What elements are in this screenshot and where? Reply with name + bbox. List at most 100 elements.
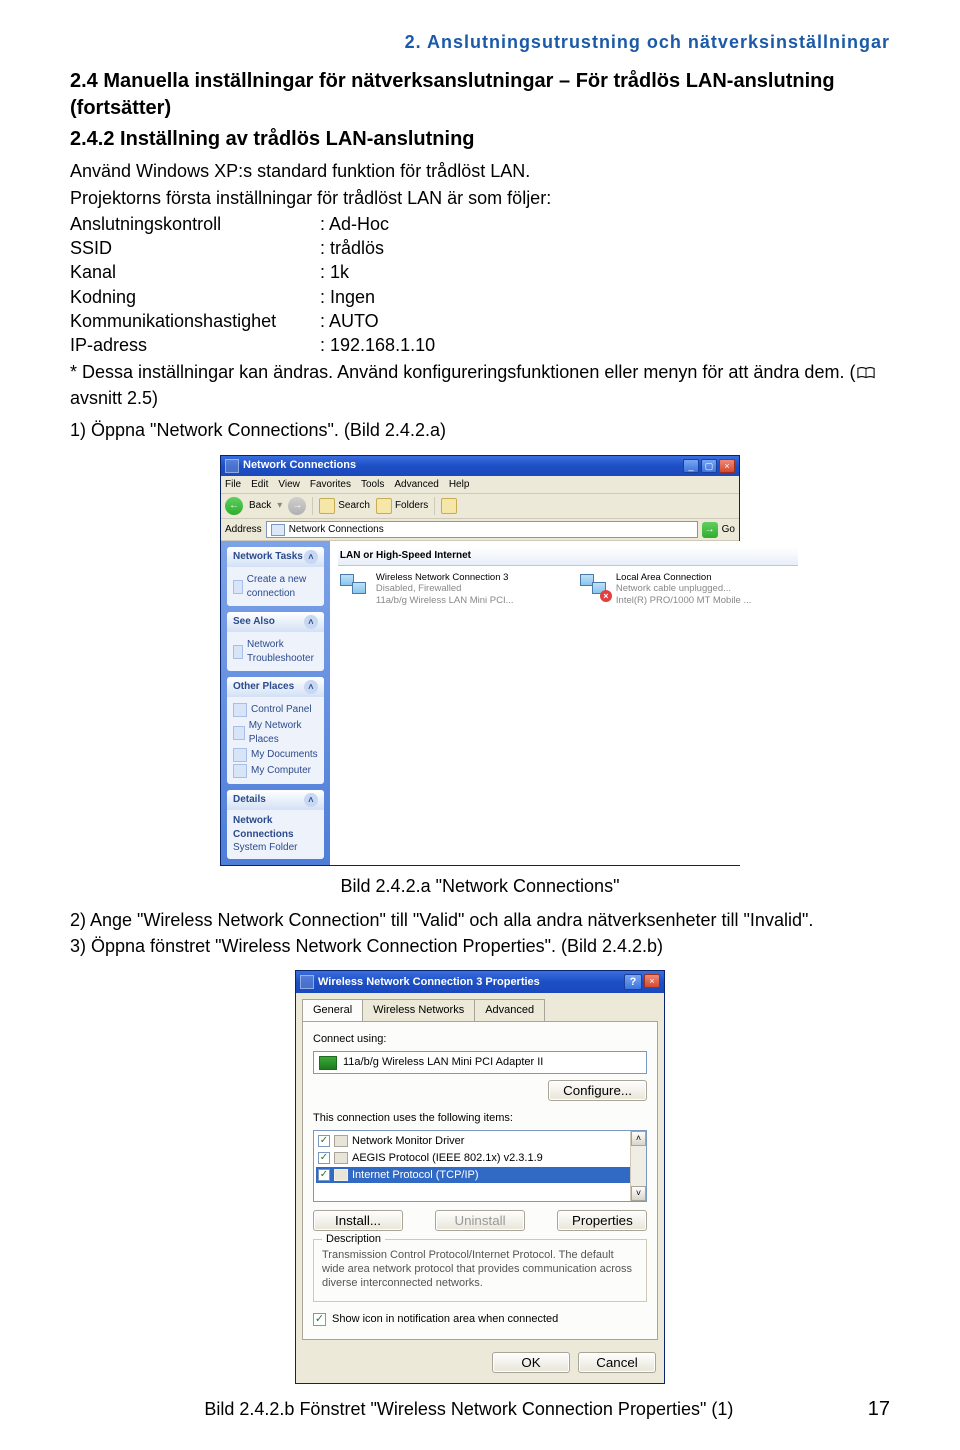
setting-value: : Ingen bbox=[320, 285, 375, 309]
setting-label: Kodning bbox=[70, 285, 320, 309]
go-button[interactable]: → bbox=[702, 522, 718, 538]
panel-title: Details bbox=[233, 793, 266, 807]
list-item[interactable]: ✓ AEGIS Protocol (IEEE 802.1x) v2.3.1.9 bbox=[316, 1150, 644, 1167]
wireless-connection-item[interactable]: Wireless Network Connection 3 Disabled, … bbox=[338, 572, 558, 608]
connection-status: Disabled, Firewalled bbox=[376, 583, 514, 595]
folder-icon bbox=[233, 748, 247, 762]
book-icon bbox=[857, 362, 875, 386]
setting-value: : trådlös bbox=[320, 236, 384, 260]
intro-line-1: Använd Windows XP:s standard funktion fö… bbox=[70, 159, 890, 183]
panel-other-places: Other Places ˄ Control Panel My Network P… bbox=[227, 677, 324, 784]
item-label: AEGIS Protocol (IEEE 802.1x) v2.3.1.9 bbox=[352, 1151, 543, 1166]
connection-adapter: Intel(R) PRO/1000 MT Mobile ... bbox=[616, 595, 752, 607]
menu-favorites[interactable]: Favorites bbox=[310, 478, 351, 492]
menu-tools[interactable]: Tools bbox=[361, 478, 384, 492]
menu-view[interactable]: View bbox=[278, 478, 300, 492]
protocol-icon bbox=[334, 1152, 348, 1164]
collapse-icon[interactable]: ˄ bbox=[304, 550, 318, 564]
collapse-icon[interactable]: ˄ bbox=[304, 680, 318, 694]
ok-button[interactable]: OK bbox=[492, 1352, 570, 1373]
window-titlebar: Wireless Network Connection 3 Properties… bbox=[296, 971, 664, 993]
properties-button[interactable]: Properties bbox=[557, 1210, 647, 1231]
back-button[interactable]: ← bbox=[225, 497, 243, 515]
views-button[interactable] bbox=[441, 498, 457, 514]
tab-advanced[interactable]: Advanced bbox=[474, 999, 545, 1021]
create-connection-link[interactable]: Create a new connection bbox=[233, 573, 318, 600]
protocol-icon bbox=[334, 1169, 348, 1181]
menu-file[interactable]: File bbox=[225, 478, 241, 492]
scroll-up-icon[interactable]: ˄ bbox=[631, 1131, 646, 1146]
setting-label: IP-adress bbox=[70, 333, 320, 357]
address-bar: Address Network Connections → Go bbox=[221, 519, 739, 541]
menu-edit[interactable]: Edit bbox=[251, 478, 268, 492]
tab-strip: General Wireless Networks Advanced bbox=[296, 993, 664, 1021]
items-list[interactable]: ✓ Network Monitor Driver ✓ AEGIS Protoco… bbox=[313, 1130, 647, 1202]
setting-label: Kommunikationshastighet bbox=[70, 309, 320, 333]
figure-properties-dialog: Wireless Network Connection 3 Properties… bbox=[295, 970, 665, 1383]
list-item[interactable]: ✓ Network Monitor Driver bbox=[316, 1133, 644, 1150]
minimize-button[interactable]: _ bbox=[683, 459, 699, 473]
checkbox-icon[interactable]: ✓ bbox=[318, 1135, 330, 1147]
connect-using-label: Connect using: bbox=[313, 1032, 647, 1047]
install-button[interactable]: Install... bbox=[313, 1210, 403, 1231]
address-icon bbox=[271, 524, 285, 536]
step-1: 1) Öppna "Network Connections". (Bild 2.… bbox=[70, 418, 890, 442]
cancel-button[interactable]: Cancel bbox=[578, 1352, 656, 1373]
menu-help[interactable]: Help bbox=[449, 478, 470, 492]
window-title: Wireless Network Connection 3 Properties bbox=[318, 975, 624, 990]
scroll-down-icon[interactable]: ˅ bbox=[631, 1186, 646, 1201]
setting-label: Kanal bbox=[70, 260, 320, 284]
figure-network-connections: Network Connections _ ▢ × File Edit View… bbox=[220, 455, 740, 866]
my-computer-link[interactable]: My Computer bbox=[233, 764, 318, 778]
scrollbar[interactable]: ˄ ˅ bbox=[630, 1131, 646, 1201]
address-input[interactable]: Network Connections bbox=[266, 521, 698, 538]
folders-icon bbox=[376, 498, 392, 514]
configure-button[interactable]: Configure... bbox=[548, 1080, 647, 1101]
show-icon-row[interactable]: ✓ Show icon in notification area when co… bbox=[313, 1312, 647, 1327]
collapse-icon[interactable]: ˄ bbox=[304, 615, 318, 629]
collapse-icon[interactable]: ˄ bbox=[304, 793, 318, 807]
lan-connection-item[interactable]: × Local Area Connection Network cable un… bbox=[578, 572, 798, 608]
help-button[interactable]: ? bbox=[624, 974, 642, 990]
list-item-selected[interactable]: ✓ Internet Protocol (TCP/IP) bbox=[316, 1167, 644, 1184]
adapter-box: 11a/b/g Wireless LAN Mini PCI Adapter II bbox=[313, 1051, 647, 1074]
maximize-button[interactable]: ▢ bbox=[701, 459, 717, 473]
checkbox-icon[interactable]: ✓ bbox=[313, 1313, 326, 1326]
folders-button[interactable]: Folders bbox=[376, 498, 428, 514]
close-button[interactable]: × bbox=[719, 459, 735, 473]
subsection-title: 2.4.2 Inställning av trådlös LAN-anslutn… bbox=[70, 126, 890, 153]
connection-adapter: 11a/b/g Wireless LAN Mini PCI... bbox=[376, 595, 514, 607]
forward-button[interactable]: → bbox=[288, 497, 306, 515]
my-documents-link[interactable]: My Documents bbox=[233, 748, 318, 762]
section-title: 2.4 Manuella inställningar för nätverksa… bbox=[70, 68, 890, 122]
panel-title: See Also bbox=[233, 615, 275, 629]
connection-name: Wireless Network Connection 3 bbox=[376, 572, 514, 584]
note-ref: avsnitt 2.5) bbox=[70, 388, 158, 408]
uninstall-button[interactable]: Uninstall bbox=[435, 1210, 525, 1231]
item-label: Internet Protocol (TCP/IP) bbox=[352, 1168, 479, 1183]
close-button[interactable]: × bbox=[644, 974, 660, 988]
tab-general[interactable]: General bbox=[302, 999, 363, 1021]
search-icon bbox=[319, 498, 335, 514]
figure-a-caption: Bild 2.4.2.a "Network Connections" bbox=[70, 874, 890, 898]
menu-advanced[interactable]: Advanced bbox=[394, 478, 438, 492]
adapter-name: 11a/b/g Wireless LAN Mini PCI Adapter II bbox=[343, 1055, 543, 1070]
checkbox-icon[interactable]: ✓ bbox=[318, 1169, 330, 1181]
items-label: This connection uses the following items… bbox=[313, 1111, 647, 1126]
back-label: Back bbox=[249, 499, 271, 513]
network-places-link[interactable]: My Network Places bbox=[233, 719, 318, 746]
step-3: 3) Öppna fönstret "Wireless Network Conn… bbox=[70, 934, 890, 958]
control-panel-link[interactable]: Control Panel bbox=[233, 703, 318, 717]
panel-see-also: See Also ˄ Network Troubleshooter bbox=[227, 612, 324, 671]
description-text: Transmission Control Protocol/Internet P… bbox=[322, 1248, 638, 1291]
connection-icon: × bbox=[578, 572, 610, 600]
tab-wireless-networks[interactable]: Wireless Networks bbox=[362, 999, 475, 1021]
help-icon bbox=[233, 645, 243, 659]
connection-name: Local Area Connection bbox=[616, 572, 752, 584]
panel-title: Other Places bbox=[233, 680, 294, 694]
panel-network-tasks: Network Tasks˄ Create a new connection bbox=[227, 547, 324, 606]
troubleshooter-link[interactable]: Network Troubleshooter bbox=[233, 638, 318, 665]
connection-status: Network cable unplugged... bbox=[616, 583, 752, 595]
search-button[interactable]: Search bbox=[319, 498, 370, 514]
checkbox-icon[interactable]: ✓ bbox=[318, 1152, 330, 1164]
